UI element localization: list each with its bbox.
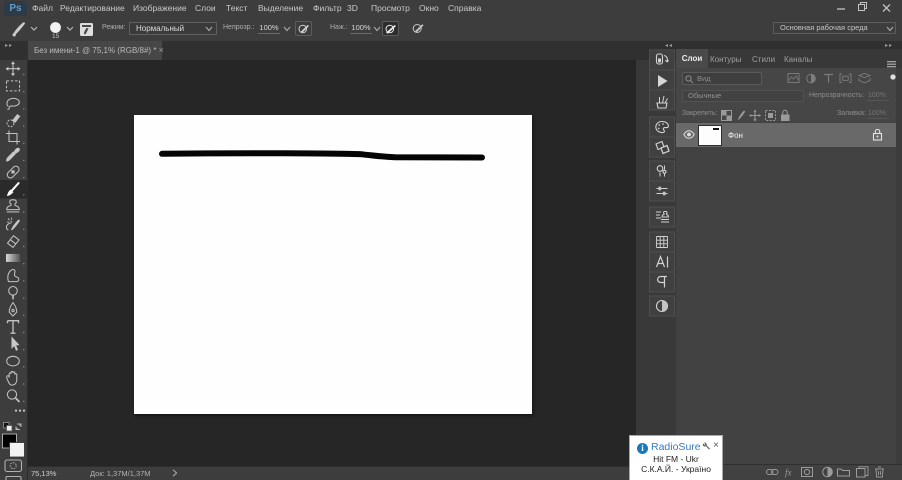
svg-text:fx: fx — [785, 468, 792, 478]
svg-text:15: 15 — [52, 33, 60, 39]
